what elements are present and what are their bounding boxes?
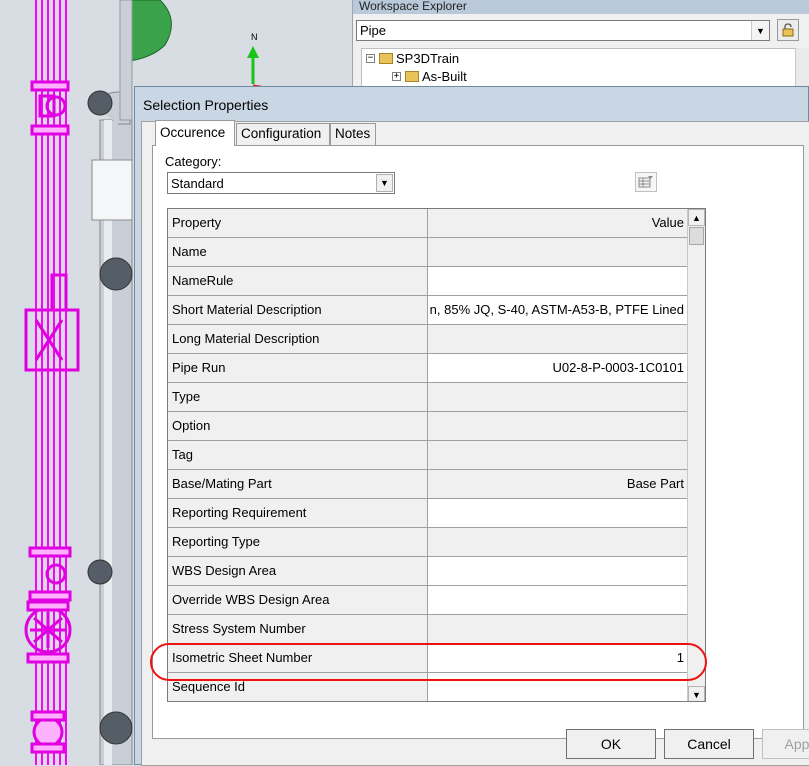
filter-combo[interactable]: Pipe ▼ [356,20,770,41]
apply-button[interactable]: Apply [762,729,809,759]
table-row[interactable]: WBS Design Area [168,557,688,586]
scroll-down-icon[interactable]: ▼ [688,686,705,701]
property-name-cell: WBS Design Area [168,557,428,585]
property-name-cell: Option [168,412,428,440]
property-value-cell[interactable] [428,325,688,353]
property-value-cell[interactable] [428,615,688,643]
property-name-cell: Type [168,383,428,411]
workspace-explorer: Workspace Explorer Pipe ▼ − SP3DTrain + … [352,0,809,100]
property-value-cell[interactable]: Base Part [428,470,688,498]
property-value-cell[interactable] [428,441,688,469]
property-name-cell: Pipe Run [168,354,428,382]
property-value-cell[interactable] [428,238,688,266]
property-name-cell: Isometric Sheet Number [168,644,428,672]
table-row[interactable]: Name [168,238,688,267]
property-name-cell: Sequence Id [168,673,428,701]
table-row[interactable]: Tag [168,441,688,470]
property-value-cell[interactable] [428,499,688,527]
property-grid: Property Value Name NameRule Short Materia… [167,208,706,702]
property-value-cell[interactable] [428,267,688,295]
table-row[interactable]: Isometric Sheet Number 1 [168,644,688,673]
scroll-up-icon[interactable]: ▲ [688,209,705,226]
tree-item-label: As-Built [422,69,467,84]
property-name-cell: Stress System Number [168,615,428,643]
property-value-cell[interactable] [428,528,688,556]
filter-value: Pipe [360,23,387,38]
occurence-panel: Category: Standard ▼ Property Value Name… [152,145,804,739]
table-row[interactable]: Reporting Type [168,528,688,557]
table-row[interactable]: Reporting Requirement [168,499,688,528]
tab-notes[interactable]: Notes [330,123,376,145]
grid-filter-icon [638,176,653,188]
selection-properties-dialog: Selection Properties Occurence Configura… [134,86,809,766]
property-filter-button[interactable] [635,172,657,192]
property-name-cell: Name [168,238,428,266]
folder-icon [379,53,393,64]
tree-item-sp3dtrain[interactable]: − SP3DTrain [366,51,459,66]
tree-item-as-built[interactable]: + As-Built [392,69,467,84]
grid-scrollbar[interactable]: ▲ ▼ [687,209,705,701]
expand-icon[interactable]: + [392,72,401,81]
collapse-icon[interactable]: − [366,54,375,63]
property-name-cell: Base/Mating Part [168,470,428,498]
property-value-cell[interactable] [428,383,688,411]
property-column-header: Property [168,209,428,237]
property-value-cell[interactable]: n, 85% JQ, S-40, ASTM-A53-B, PTFE Lined [428,296,688,324]
property-value-cell[interactable] [428,586,688,614]
table-row[interactable]: Type [168,383,688,412]
property-value-cell[interactable] [428,557,688,585]
chevron-down-icon[interactable]: ▼ [751,21,769,40]
category-label: Category: [165,154,222,169]
chevron-down-icon[interactable]: ▼ [376,174,393,192]
property-name-cell: Override WBS Design Area [168,586,428,614]
table-row[interactable]: Base/Mating Part Base Part [168,470,688,499]
workspace-explorer-title: Workspace Explorer [353,0,809,14]
tree-item-label: SP3DTrain [396,51,460,66]
property-value-cell[interactable]: 1 [428,644,688,672]
property-value-cell[interactable]: U02-8-P-0003-1C0101 [428,354,688,382]
property-value-cell[interactable] [428,412,688,440]
table-row[interactable]: Short Material Description n, 85% JQ, S-4… [168,296,688,325]
table-row[interactable]: NameRule [168,267,688,296]
property-name-cell: Long Material Description [168,325,428,353]
table-row[interactable]: Sequence Id [168,673,688,701]
grid-header: Property Value [168,209,688,238]
lock-button[interactable] [777,19,799,41]
tab-occurence[interactable]: Occurence [155,120,235,146]
property-value-cell[interactable] [428,673,688,701]
category-value: Standard [171,176,224,191]
tab-configuration[interactable]: Configuration [236,123,330,145]
table-row[interactable]: Long Material Description [168,325,688,354]
property-name-cell: NameRule [168,267,428,295]
table-row[interactable]: Option [168,412,688,441]
property-name-cell: Tag [168,441,428,469]
scroll-thumb[interactable] [689,227,704,245]
table-row[interactable]: Stress System Number [168,615,688,644]
property-name-cell: Reporting Requirement [168,499,428,527]
ok-button[interactable]: OK [566,729,656,759]
property-name-cell: Short Material Description [168,296,428,324]
table-row[interactable]: Override WBS Design Area [168,586,688,615]
property-name-cell: Reporting Type [168,528,428,556]
folder-icon [405,71,419,82]
compass-label: N [251,32,258,42]
category-select[interactable]: Standard ▼ [167,172,395,194]
cancel-button[interactable]: Cancel [664,729,754,759]
dialog-title: Selection Properties [143,97,269,113]
value-column-header: Value [428,209,688,237]
lock-icon [782,23,794,37]
dialog-body: Occurence Configuration Notes Category: … [141,120,809,766]
table-row[interactable]: Pipe Run U02-8-P-0003-1C0101 [168,354,688,383]
